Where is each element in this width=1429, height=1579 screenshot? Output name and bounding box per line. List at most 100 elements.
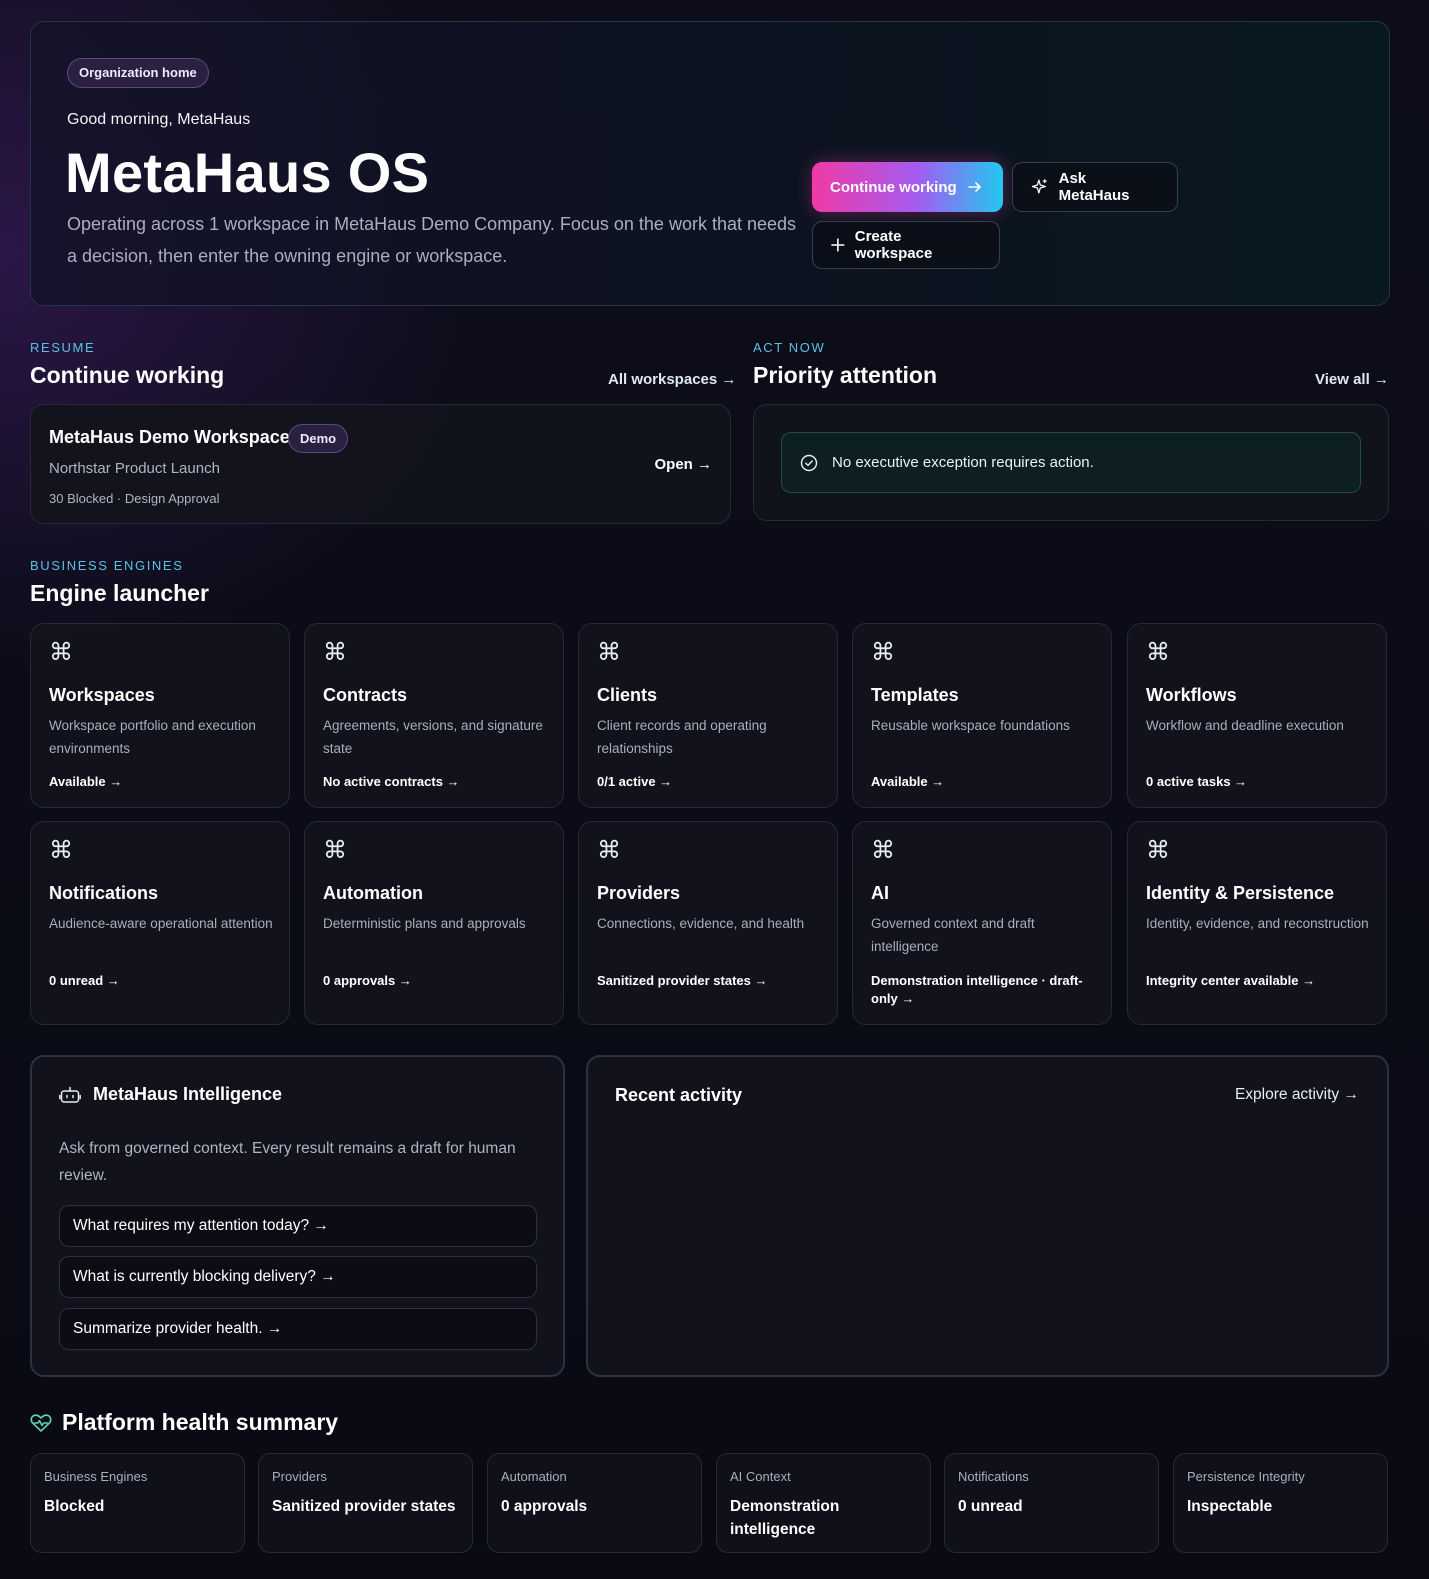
health-label: AI Context [730, 1469, 791, 1484]
engine-status[interactable]: 0 unread → [49, 972, 281, 990]
intelligence-description: Ask from governed context. Every result … [59, 1140, 516, 1184]
command-icon: ⌘ [49, 639, 73, 666]
health-card-automation: Automation 0 approvals [487, 1453, 702, 1553]
business-engines-eyebrow: BUSINESS ENGINES [30, 558, 184, 573]
ask-metahaus-label: Ask MetaHaus [1058, 170, 1130, 204]
engine-status[interactable]: Available → [49, 773, 281, 791]
intelligence-panel: MetaHaus Intelligence Ask from governed … [30, 1055, 565, 1377]
engine-status[interactable]: 0/1 active → [597, 773, 829, 791]
engine-card-workspaces[interactable]: ⌘ Workspaces Workspace portfolio and exe… [30, 623, 290, 808]
demo-badge: Demo [288, 424, 349, 453]
health-value: Sanitized provider states [272, 1498, 456, 1515]
command-icon: ⌘ [323, 837, 347, 864]
view-all-link[interactable]: View all → [1315, 371, 1389, 388]
engine-description: Deterministic plans and approvals [323, 916, 526, 931]
command-icon: ⌘ [1146, 837, 1170, 864]
engine-description: Workflow and deadline execution [1146, 718, 1344, 733]
continue-working-label: Continue working [830, 178, 957, 196]
sparkle-icon [1031, 179, 1047, 194]
suggested-prompt-button[interactable]: What requires my attention today? → [59, 1205, 537, 1247]
intelligence-header: MetaHaus Intelligence [59, 1084, 282, 1105]
health-label: Providers [272, 1469, 327, 1484]
engine-status[interactable]: Demonstration intelligence · draft-only … [871, 972, 1103, 1008]
health-card-providers: Providers Sanitized provider states [258, 1453, 473, 1553]
engine-status[interactable]: No active contracts → [323, 773, 555, 791]
arrow-right-icon [967, 182, 981, 192]
command-icon: ⌘ [1146, 639, 1170, 666]
no-exceptions-text: No executive exception requires action. [832, 454, 1094, 471]
health-label: Persistence Integrity [1187, 1469, 1305, 1484]
engine-card-templates[interactable]: ⌘ Templates Reusable workspace foundatio… [852, 623, 1112, 808]
explore-activity-link[interactable]: Explore activity → [1235, 1086, 1359, 1104]
recent-activity-title: Recent activity [615, 1085, 743, 1105]
engine-status[interactable]: Sanitized provider states → [597, 972, 829, 990]
health-value: Demonstration intelligence [730, 1498, 840, 1538]
engine-launcher-heading: Engine launcher [30, 580, 209, 606]
command-icon: ⌘ [871, 837, 895, 864]
page-title: MetaHaus OS [65, 141, 430, 204]
health-value: 0 unread [958, 1498, 1023, 1515]
all-workspaces-link[interactable]: All workspaces → [608, 371, 736, 388]
priority-attention-heading: Priority attention [753, 362, 938, 388]
command-icon: ⌘ [597, 639, 621, 666]
workspace-card[interactable]: MetaHaus Demo Workspace Demo Northstar P… [30, 404, 731, 524]
ask-metahaus-button[interactable]: Ask MetaHaus [1012, 162, 1178, 212]
suggested-prompt-button[interactable]: Summarize provider health. → [59, 1308, 537, 1350]
engine-card-clients[interactable]: ⌘ Clients Client records and operating r… [578, 623, 838, 808]
engine-description: Client records and operating relationshi… [597, 718, 767, 756]
heart-pulse-icon [30, 1413, 52, 1432]
command-icon: ⌘ [871, 639, 895, 666]
continue-working-heading: Continue working [30, 362, 225, 388]
health-card-persistence-integrity: Persistence Integrity Inspectable [1173, 1453, 1388, 1553]
engine-status[interactable]: 0 active tasks → [1146, 773, 1378, 791]
engine-title: Workflows [1146, 685, 1237, 705]
continue-working-button[interactable]: Continue working [812, 162, 1003, 212]
recent-activity-panel: Recent activity Explore activity → [586, 1055, 1389, 1377]
engine-card-contracts[interactable]: ⌘ Contracts Agreements, versions, and si… [304, 623, 564, 808]
engine-card-workflows[interactable]: ⌘ Workflows Workflow and deadline execut… [1127, 623, 1387, 808]
engine-title: Templates [871, 685, 959, 705]
organization-home-tag: Organization home [67, 58, 209, 88]
engine-description: Identity, evidence, and reconstruction [1146, 916, 1369, 931]
engine-title: Automation [323, 883, 423, 903]
engine-description: Agreements, versions, and signature stat… [323, 718, 543, 756]
command-icon: ⌘ [49, 837, 73, 864]
engine-card-providers[interactable]: ⌘ Providers Connections, evidence, and h… [578, 821, 838, 1025]
health-label: Automation [501, 1469, 567, 1484]
robot-icon [59, 1086, 81, 1103]
health-value: Blocked [44, 1498, 105, 1515]
engine-title: Clients [597, 685, 658, 705]
hero-panel: Organization home Good morning, MetaHaus… [30, 21, 1390, 306]
command-icon: ⌘ [323, 639, 347, 666]
hero-description: Operating across 1 workspace in MetaHaus… [67, 214, 797, 266]
plus-icon [831, 238, 845, 252]
engine-description: Audience-aware operational attention [49, 916, 273, 931]
engine-card-ai[interactable]: ⌘ AI Governed context and draft intellig… [852, 821, 1112, 1025]
no-exceptions-notice: No executive exception requires action. [781, 432, 1361, 493]
priority-card: No executive exception requires action. [753, 404, 1389, 521]
act-now-eyebrow: ACT NOW [753, 340, 826, 355]
platform-health-title: Platform health summary [62, 1409, 339, 1435]
resume-eyebrow: RESUME [30, 340, 96, 355]
engine-title: AI [871, 883, 889, 903]
engine-description: Reusable workspace foundations [871, 718, 1070, 733]
workspace-name: MetaHaus Demo Workspace [49, 427, 290, 447]
engine-status[interactable]: Available → [871, 773, 1103, 791]
engine-description: Governed context and draft intelligence [871, 916, 1035, 954]
create-workspace-label: Create workspace [854, 228, 933, 262]
check-circle-icon [800, 454, 818, 471]
health-card-business-engines: Business Engines Blocked [30, 1453, 245, 1553]
engine-card-automation[interactable]: ⌘ Automation Deterministic plans and app… [304, 821, 564, 1025]
health-card-ai-context: AI Context Demonstration intelligence [716, 1453, 931, 1553]
engine-status[interactable]: Integrity center available → [1146, 972, 1378, 990]
engine-title: Identity & Persistence [1146, 883, 1335, 903]
open-workspace-link[interactable]: Open → [654, 456, 712, 473]
engine-status[interactable]: 0 approvals → [323, 972, 555, 990]
engine-card-notifications[interactable]: ⌘ Notifications Audience-aware operation… [30, 821, 290, 1025]
suggested-prompt-button[interactable]: What is currently blocking delivery? → [59, 1256, 537, 1298]
engine-title: Workspaces [49, 685, 155, 705]
engine-card-identity-persistence[interactable]: ⌘ Identity & Persistence Identity, evide… [1127, 821, 1387, 1025]
create-workspace-button[interactable]: Create workspace [812, 221, 1000, 269]
health-label: Business Engines [44, 1469, 148, 1484]
engine-description: Connections, evidence, and health [597, 916, 805, 931]
